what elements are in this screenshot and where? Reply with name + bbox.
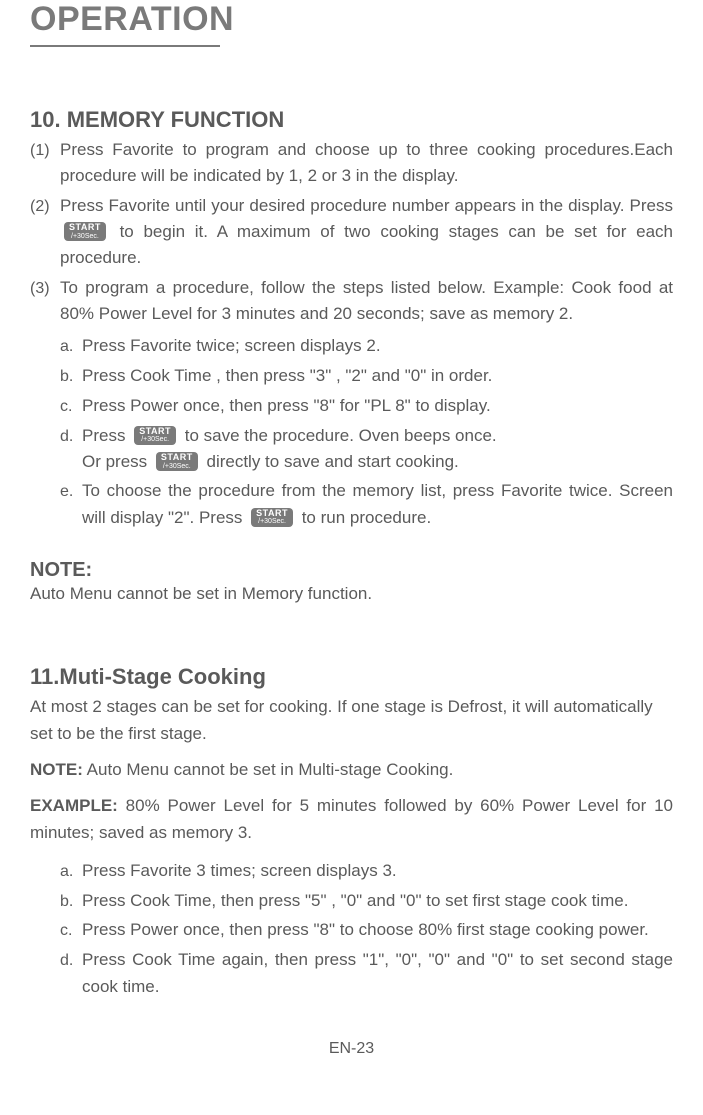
text-fragment: Press (82, 426, 130, 445)
example-label: EXAMPLE: (30, 796, 118, 815)
text-fragment: directly to save and start cooking. (206, 452, 458, 471)
page-root: OPERATION 10. MEMORY FUNCTION (1) Press … (0, 0, 703, 1115)
note-heading: NOTE: (30, 559, 673, 582)
start-button-line2: /+30Sec. (161, 463, 193, 470)
start-button-line2: /+30Sec. (256, 518, 288, 525)
section-10-sublist: a. Press Favorite twice; screen displays… (60, 333, 673, 531)
step-body: Press Power once, then press "8" to choo… (82, 917, 673, 943)
list-marker: (1) (30, 139, 60, 164)
list-marker: (3) (30, 277, 60, 302)
section-10-heading: 10. MEMORY FUNCTION (30, 107, 673, 133)
list-item-2: (2) Press Favorite until your desired pr… (30, 193, 673, 272)
text-fragment: Press Favorite until your desired proced… (60, 196, 673, 215)
step-body: Press Cook Time again, then press "1", "… (82, 947, 673, 1000)
sub-body: Press Power once, then press "8" for "PL… (82, 393, 673, 419)
text-fragment: Or press (82, 452, 152, 471)
sub-item-a: a. Press Favorite twice; screen displays… (60, 333, 673, 360)
section-11-steps: a. Press Favorite 3 times; screen displa… (60, 858, 673, 1000)
sub-marker: a. (60, 335, 82, 360)
step-marker: d. (60, 949, 82, 974)
step-d: d. Press Cook Time again, then press "1"… (60, 947, 673, 1000)
list-body: Press Favorite until your desired proced… (60, 193, 673, 272)
start-button-icon: START /+30Sec. (134, 426, 176, 445)
start-button-line1: START (139, 427, 171, 436)
page-title: OPERATION (30, 0, 673, 39)
step-body: Press Favorite 3 times; screen displays … (82, 858, 673, 884)
sub-item-e: e. To choose the procedure from the memo… (60, 478, 673, 531)
sub-body: Press START /+30Sec. to save the procedu… (82, 423, 673, 476)
list-item-1: (1) Press Favorite to program and choose… (30, 137, 673, 190)
list-body: Press Favorite to program and choose up … (60, 137, 673, 190)
start-button-line1: START (256, 509, 288, 518)
step-marker: c. (60, 919, 82, 944)
start-button-line1: START (161, 453, 193, 462)
section-11-heading: 11.Muti-Stage Cooking (30, 664, 673, 690)
start-button-icon: START /+30Sec. (251, 508, 293, 527)
start-button-icon: START /+30Sec. (156, 452, 198, 471)
step-c: c. Press Power once, then press "8" to c… (60, 917, 673, 944)
page-number: EN-23 (30, 1040, 673, 1058)
step-b: b. Press Cook Time, then press "5" , "0"… (60, 888, 673, 915)
step-marker: a. (60, 860, 82, 885)
start-button-line2: /+30Sec. (139, 436, 171, 443)
section-10-list: (1) Press Favorite to program and choose… (30, 137, 673, 327)
start-button-line1: START (69, 223, 101, 232)
start-button-icon: START /+30Sec. (64, 222, 106, 241)
list-body: To program a procedure, follow the steps… (60, 275, 673, 328)
step-a: a. Press Favorite 3 times; screen displa… (60, 858, 673, 885)
sub-item-d: d. Press START /+30Sec. to save the proc… (60, 423, 673, 476)
sub-marker: c. (60, 395, 82, 420)
section-11-intro: At most 2 stages can be set for cooking.… (30, 694, 673, 747)
sub-body: Press Favorite twice; screen displays 2. (82, 333, 673, 359)
note-label: NOTE: (30, 760, 83, 779)
text-fragment: to run procedure. (302, 508, 431, 527)
step-marker: b. (60, 890, 82, 915)
sub-marker: b. (60, 365, 82, 390)
section-11-example: EXAMPLE: 80% Power Level for 5 minutes f… (30, 793, 673, 846)
note-body: Auto Menu cannot be set in Memory functi… (30, 584, 673, 604)
section-11-note: NOTE: Auto Menu cannot be set in Multi-s… (30, 757, 673, 783)
text-fragment: to save the procedure. Oven beeps once. (185, 426, 497, 445)
list-marker: (2) (30, 195, 60, 220)
spacer (30, 604, 673, 664)
text-fragment: to begin it. A maximum of two cooking st… (60, 222, 673, 267)
sub-marker: d. (60, 425, 82, 450)
start-button-line2: /+30Sec. (69, 233, 101, 240)
list-item-3: (3) To program a procedure, follow the s… (30, 275, 673, 328)
title-rule (30, 45, 220, 47)
sub-body: To choose the procedure from the memory … (82, 478, 673, 531)
sub-marker: e. (60, 480, 82, 505)
note-text: Auto Menu cannot be set in Multi-stage C… (83, 760, 453, 779)
sub-body: Press Cook Time , then press "3" , "2" a… (82, 363, 673, 389)
example-text: 80% Power Level for 5 minutes followed b… (30, 796, 673, 841)
sub-item-b: b. Press Cook Time , then press "3" , "2… (60, 363, 673, 390)
step-body: Press Cook Time, then press "5" , "0" an… (82, 888, 673, 914)
sub-item-c: c. Press Power once, then press "8" for … (60, 393, 673, 420)
